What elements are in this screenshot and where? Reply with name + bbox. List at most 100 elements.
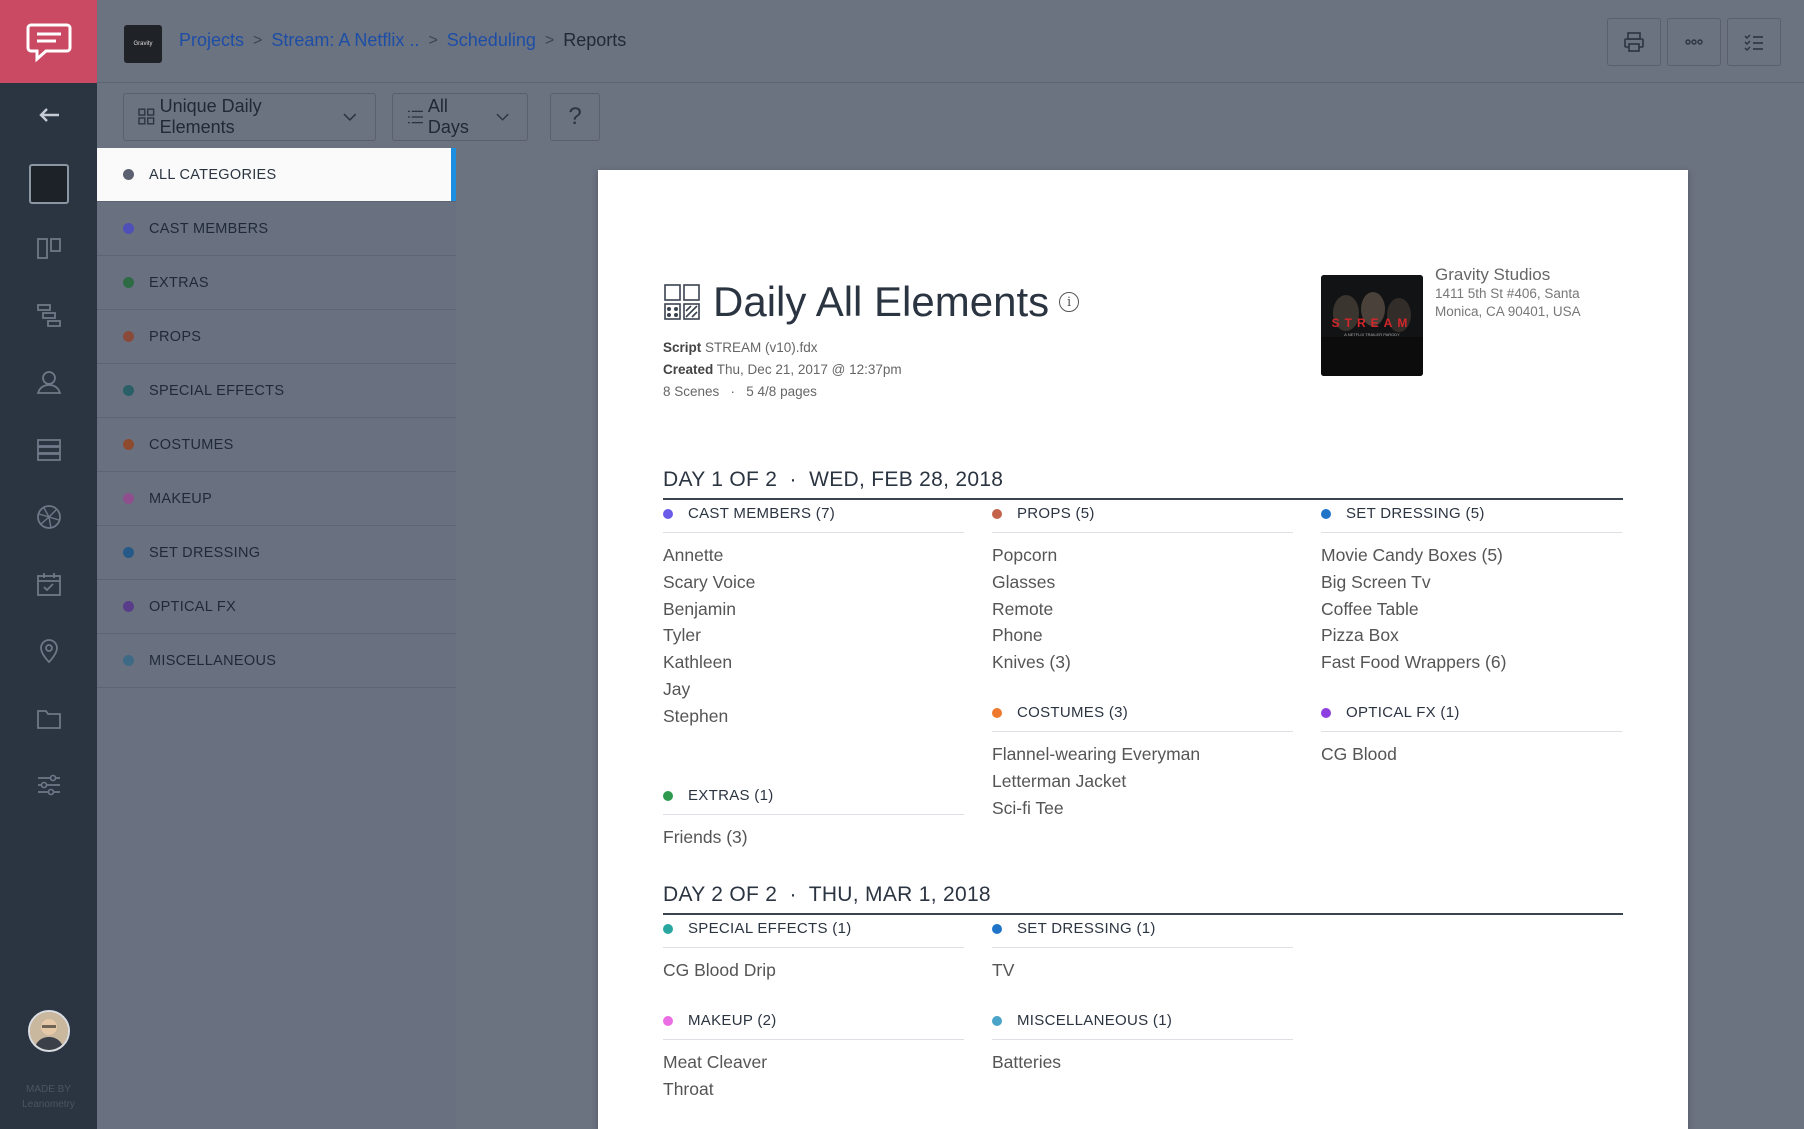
element-item: Kathleen bbox=[663, 652, 733, 673]
element-group-title: SET DRESSING (5) bbox=[1346, 505, 1485, 522]
folder-icon[interactable] bbox=[29, 698, 69, 738]
day-2-header: DAY 2 OF 2 · THU, MAR 1, 2018 bbox=[663, 883, 1623, 915]
breadcrumb-project[interactable]: Stream: A Netflix .. bbox=[271, 30, 419, 51]
category-label: SPECIAL EFFECTS bbox=[149, 382, 285, 399]
category-dot-icon bbox=[992, 707, 1002, 718]
element-group: EXTRAS (1) Friends (3) bbox=[663, 787, 964, 851]
made-by-brand[interactable]: Leanometry bbox=[0, 1097, 97, 1112]
category-dot-icon bbox=[123, 277, 134, 288]
element-item: Glasses bbox=[992, 571, 1056, 592]
report-toolbar: Unique Daily Elements All Days ? bbox=[97, 83, 1804, 147]
project-logo[interactable]: Gravity bbox=[124, 25, 162, 63]
studio-address-line1: 1411 5th St #406, Santa bbox=[1435, 286, 1580, 301]
category-label: COSTUMES bbox=[149, 436, 234, 453]
breadcrumb-current: Reports bbox=[563, 30, 627, 50]
project-thumbnail[interactable] bbox=[29, 164, 69, 204]
element-list: CG Blood Drip bbox=[663, 957, 964, 984]
element-group-header: SET DRESSING (1) bbox=[992, 920, 1293, 948]
report-title: Daily All Elements i bbox=[663, 278, 1080, 326]
element-list: CG Blood bbox=[1321, 741, 1622, 768]
category-label: OPTICAL FX bbox=[149, 598, 237, 615]
meta-stats: 8 Scenes · 5 4/8 pages bbox=[663, 384, 817, 399]
report-page: Daily All Elements i Script STREAM (v10)… bbox=[598, 170, 1688, 1129]
element-item: Tyler bbox=[663, 625, 701, 646]
category-item[interactable]: COSTUMES bbox=[97, 418, 456, 472]
breadcrumb-projects[interactable]: Projects bbox=[179, 30, 244, 51]
print-button[interactable] bbox=[1607, 18, 1661, 66]
location-pin-icon[interactable] bbox=[29, 631, 69, 671]
element-group-title: COSTUMES (3) bbox=[1017, 704, 1129, 721]
breadcrumb: Projects > Stream: A Netflix .. > Schedu… bbox=[179, 30, 626, 51]
category-item[interactable]: MAKEUP bbox=[97, 472, 456, 526]
element-item: Throat bbox=[663, 1078, 714, 1099]
category-item[interactable]: PROPS bbox=[97, 310, 456, 364]
sliders-icon[interactable] bbox=[29, 765, 69, 805]
category-dot-icon bbox=[123, 223, 134, 234]
category-dot-icon bbox=[663, 508, 673, 519]
category-item[interactable]: MISCELLANEOUS bbox=[97, 634, 456, 688]
element-item: Meat Cleaver bbox=[663, 1052, 768, 1072]
days-select[interactable]: All Days bbox=[392, 93, 528, 141]
element-group-title: SET DRESSING (1) bbox=[1017, 920, 1156, 937]
category-item[interactable]: EXTRAS bbox=[97, 256, 456, 310]
element-item: TV bbox=[992, 960, 1015, 980]
element-group: SPECIAL EFFECTS (1) CG Blood Drip bbox=[663, 920, 964, 984]
info-icon[interactable]: i bbox=[1059, 292, 1080, 312]
report-header: Daily All Elements i Script STREAM (v10)… bbox=[663, 278, 1080, 399]
category-item[interactable]: SET DRESSING bbox=[97, 526, 456, 580]
calendar-icon[interactable] bbox=[29, 564, 69, 604]
category-item[interactable]: ALL CATEGORIES bbox=[97, 148, 456, 202]
days-select-label: All Days bbox=[427, 96, 469, 137]
more-button[interactable] bbox=[1667, 18, 1721, 66]
element-item: Benjamin bbox=[663, 598, 736, 619]
category-item[interactable]: OPTICAL FX bbox=[97, 580, 456, 634]
report-type-select[interactable]: Unique Daily Elements bbox=[123, 93, 376, 141]
category-dot-icon bbox=[123, 439, 134, 450]
element-group-header: MAKEUP (2) bbox=[663, 1012, 964, 1040]
element-item: Remote bbox=[992, 598, 1054, 619]
category-dot-icon bbox=[663, 923, 673, 934]
cast-icon[interactable] bbox=[29, 362, 69, 402]
element-item: Letterman Jacket bbox=[992, 770, 1127, 791]
made-by-label: MADE BY Leanometry bbox=[0, 1082, 97, 1112]
category-dot-icon bbox=[992, 923, 1002, 934]
grid-icon bbox=[138, 108, 155, 125]
aperture-icon[interactable] bbox=[29, 497, 69, 537]
element-group-title: MAKEUP (2) bbox=[688, 1012, 777, 1029]
studio-name: Gravity Studios bbox=[1435, 265, 1551, 284]
chat-logo-icon[interactable] bbox=[0, 0, 97, 83]
board-icon[interactable] bbox=[29, 228, 69, 268]
meta-created: Created Thu, Dec 21, 2017 @ 12:37pm bbox=[663, 362, 1079, 377]
element-item: Annette bbox=[663, 545, 724, 565]
chevron-down-icon bbox=[343, 113, 357, 121]
element-group: PROPS (5) Popcorn Glasses Remote Phone Knives… bbox=[992, 505, 1293, 676]
category-dot-icon bbox=[123, 655, 134, 666]
help-button[interactable]: ? bbox=[550, 93, 600, 141]
element-group-header: EXTRAS (1) bbox=[663, 787, 964, 815]
breadcrumb-scheduling[interactable]: Scheduling bbox=[447, 30, 536, 51]
left-rail: MADE BY Leanometry bbox=[0, 0, 97, 1129]
category-dot-icon bbox=[123, 601, 134, 612]
category-label: CAST MEMBERS bbox=[149, 220, 269, 237]
element-item: Movie Candy Boxes (5) bbox=[1321, 545, 1503, 565]
element-group-title: OPTICAL FX (1) bbox=[1346, 704, 1460, 721]
element-group: MAKEUP (2) Meat Cleaver Throat bbox=[663, 1012, 964, 1103]
back-arrow-icon[interactable] bbox=[29, 95, 69, 135]
category-dot-icon bbox=[1321, 707, 1331, 718]
chevron-right-icon: > bbox=[544, 31, 555, 49]
element-group-header: SPECIAL EFFECTS (1) bbox=[663, 920, 964, 948]
category-dot-icon bbox=[123, 331, 134, 342]
checklist-button[interactable] bbox=[1727, 18, 1781, 66]
element-list: Batteries bbox=[992, 1049, 1293, 1076]
element-item: Stephen bbox=[663, 705, 729, 726]
category-item[interactable]: SPECIAL EFFECTS bbox=[97, 364, 456, 418]
stripboard-icon[interactable] bbox=[29, 295, 69, 335]
meta-created-value: Thu, Dec 21, 2017 @ 12:37pm bbox=[716, 362, 902, 377]
element-item: Knives (3) bbox=[992, 652, 1071, 673]
list-icon[interactable] bbox=[29, 430, 69, 470]
elements-grid-icon bbox=[664, 284, 700, 320]
user-avatar[interactable] bbox=[28, 1010, 70, 1052]
category-dot-icon bbox=[123, 493, 134, 504]
element-item: Sci-fi Tee bbox=[992, 797, 1064, 818]
category-item[interactable]: CAST MEMBERS bbox=[97, 202, 456, 256]
